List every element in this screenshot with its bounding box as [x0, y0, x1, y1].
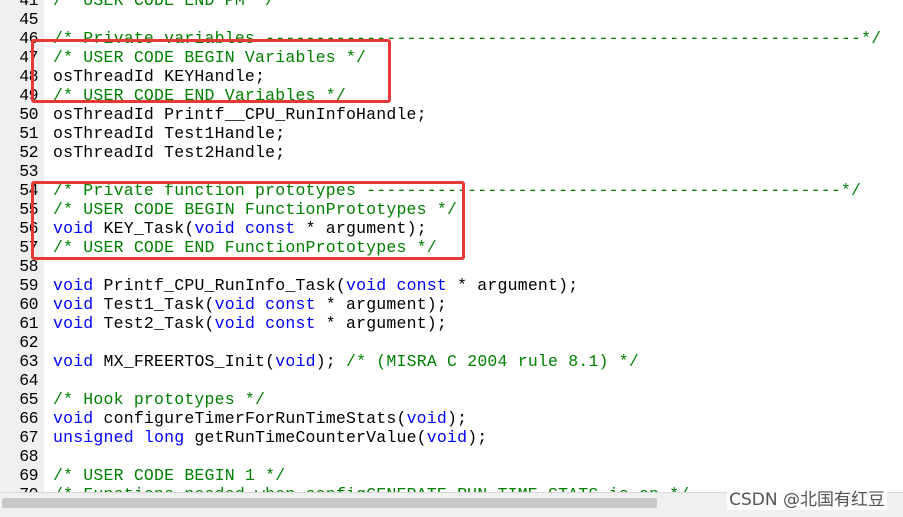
line-number: 52 [19, 143, 38, 162]
code-line: 63 void MX_FREERTOS_Init(void); /* (MISRA… [0, 352, 903, 371]
code-line: 62 [0, 333, 903, 352]
line-code: osThreadId Test1Handle; [53, 124, 285, 143]
code-token: ); [315, 352, 346, 371]
watermark: CSDN @北国有红豆 [727, 485, 887, 510]
code-line: 50 osThreadId Printf__CPU_RunInfoHandle; [0, 105, 903, 124]
code-token: * argument); [447, 276, 579, 295]
keyword-token: void [53, 295, 94, 314]
line-code: /* USER CODE BEGIN 1 */ [53, 466, 285, 485]
code-token: Test2_Task( [93, 314, 215, 333]
code-token: configureTimerForRunTimeStats( [93, 409, 407, 428]
code-token: * argument); [315, 314, 448, 333]
keyword-token: void [406, 409, 447, 428]
code-token: * argument); [315, 295, 448, 314]
code-line: 45 [0, 10, 903, 29]
comment-token: /* USER CODE BEGIN 1 */ [53, 466, 286, 485]
code-token: getRunTimeCounterValue( [184, 428, 427, 447]
keyword-token: void const [345, 276, 447, 295]
code-token: osThreadId Test2Handle; [53, 143, 286, 162]
code-editor[interactable]: 41/* USER CODE END PM */45 46/* Private v… [0, 0, 903, 492]
code-token: osThreadId Test1Handle; [53, 124, 286, 143]
code-token: osThreadId Printf__CPU_RunInfoHandle; [53, 105, 427, 124]
code-line: 51 osThreadId Test1Handle; [0, 124, 903, 143]
line-number: 61 [19, 314, 38, 333]
line-code: void configureTimerForRunTimeStats(void)… [53, 409, 467, 428]
line-code: void Printf_CPU_RunInfo_Task(void const … [53, 276, 578, 295]
comment-token: /* Functions needed when configGENERATE_… [53, 485, 689, 492]
line-number: 66 [19, 409, 38, 428]
line-code: /* Functions needed when configGENERATE_… [53, 485, 689, 492]
keyword-token: void [426, 428, 468, 447]
line-number: 41 [19, 0, 38, 10]
keyword-token: void [53, 409, 94, 428]
line-number: 60 [19, 295, 38, 314]
keyword-token: void const [214, 295, 316, 314]
code-line: 67 unsigned long getRunTimeCounterValue(v… [0, 428, 903, 447]
line-number: 62 [19, 333, 38, 352]
line-number: 70 [6, 485, 38, 492]
line-code: osThreadId Test2Handle; [53, 143, 285, 162]
highlight-box-variables [31, 39, 391, 103]
code-line: 41 /* USER CODE END PM */ [0, 0, 903, 10]
code-token: Printf_CPU_RunInfo_Task( [93, 276, 346, 295]
code-line: 68 [0, 447, 903, 466]
keyword-token: unsigned long [53, 428, 185, 447]
comment-token: /* USER CODE END PM */ [53, 0, 276, 10]
code-line: 64 [0, 371, 903, 390]
line-code: void MX_FREERTOS_Init(void); /* (MISRA C… [53, 352, 639, 371]
code-line: 65 /* Hook prototypes */ [0, 390, 903, 409]
keyword-token: void const [214, 314, 316, 333]
line-code: osThreadId Printf__CPU_RunInfoHandle; [53, 105, 427, 124]
code-token: MX_FREERTOS_Init( [93, 352, 276, 371]
code-token: ); [467, 428, 488, 447]
code-line: 60 void Test1_Task(void const * argument)… [0, 295, 903, 314]
code-line: 69 /* USER CODE BEGIN 1 */ [0, 466, 903, 485]
keyword-token: void [275, 352, 316, 371]
line-code: unsigned long getRunTimeCounterValue(voi… [53, 428, 487, 447]
scrollbar-thumb[interactable] [2, 498, 657, 508]
line-number: 69 [19, 466, 38, 485]
comment-token: /* Hook prototypes */ [53, 390, 266, 409]
highlight-box-function-prototypes [31, 181, 465, 260]
line-code: /* Hook prototypes */ [53, 390, 265, 409]
line-number: 59 [19, 276, 38, 295]
line-number: 50 [19, 105, 38, 124]
line-number: 53 [19, 162, 38, 181]
line-number: 63 [19, 352, 38, 371]
code-line: 66 void configureTimerForRunTimeStats(voi… [0, 409, 903, 428]
code-line: 53 [0, 162, 903, 181]
code-token: Test1_Task( [93, 295, 215, 314]
code-line: 52 osThreadId Test2Handle; [0, 143, 903, 162]
keyword-token: void [53, 352, 94, 371]
code-line: 61 void Test2_Task(void const * argument)… [0, 314, 903, 333]
line-code: /* USER CODE END PM */ [53, 0, 275, 10]
keyword-token: void [53, 314, 94, 333]
keyword-token: void [53, 276, 94, 295]
comment-token: /* (MISRA C 2004 rule 8.1) */ [346, 352, 639, 371]
code-token: ); [447, 409, 468, 428]
line-number: 51 [19, 124, 38, 143]
line-number: 67 [19, 428, 38, 447]
line-number: 65 [19, 390, 38, 409]
line-code: void Test1_Task(void const * argument); [53, 295, 447, 314]
line-code: void Test2_Task(void const * argument); [53, 314, 447, 333]
line-number: 45 [19, 10, 38, 29]
line-number: 64 [19, 371, 38, 390]
line-number: 68 [19, 447, 38, 466]
code-line: 59 void Printf_CPU_RunInfo_Task(void cons… [0, 276, 903, 295]
